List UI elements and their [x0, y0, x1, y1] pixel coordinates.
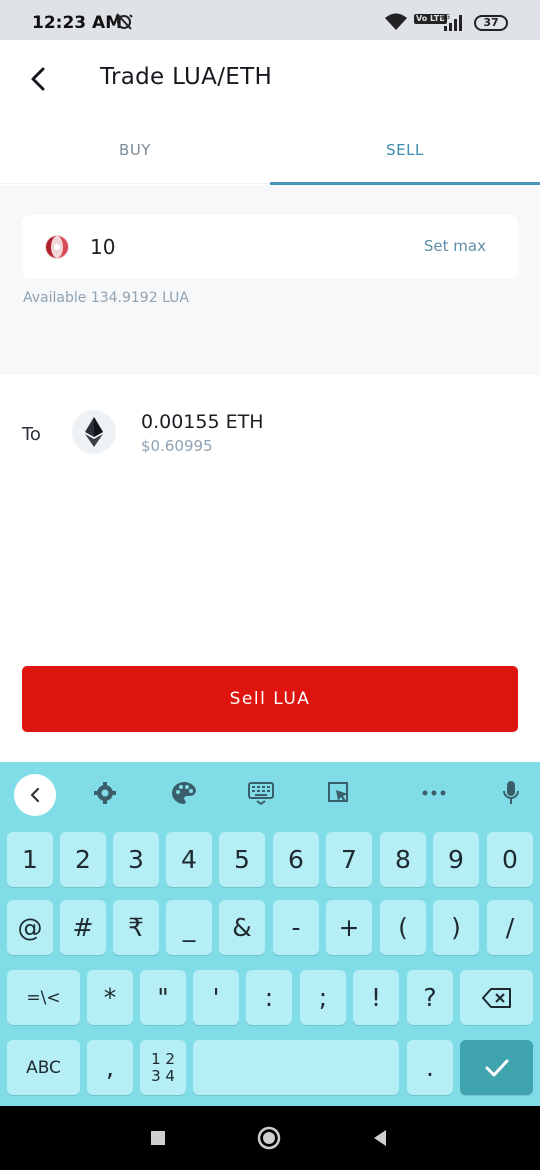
battery-indicator: 37	[474, 15, 508, 31]
key-single-quote[interactable]: '	[193, 970, 239, 1025]
key-plus[interactable]: +	[326, 900, 372, 955]
signal-icon: 4G	[440, 13, 462, 31]
tab-sell-label: SELL	[386, 141, 424, 159]
key-numpad[interactable]: 1 2 3 4	[140, 1040, 186, 1095]
page-title: Trade LUA/ETH	[100, 64, 273, 90]
key-period[interactable]: .	[407, 1040, 453, 1095]
amount-card: Set max	[22, 215, 518, 279]
on-screen-keyboard: 1 2 3 4 5 6 7 8 9 0 @ # ₹ _ & - + ( ) / …	[0, 762, 540, 1106]
key-close-paren[interactable]: )	[433, 900, 479, 955]
receive-usd-value: $0.60995	[141, 437, 213, 455]
key-comma[interactable]: ,	[87, 1040, 133, 1095]
status-bar: 12:23 AM Vo LTE 4G 37	[0, 0, 540, 40]
key-colon[interactable]: :	[246, 970, 292, 1025]
app-header: Trade LUA/ETH	[0, 40, 540, 118]
amount-input[interactable]	[90, 231, 390, 263]
key-hash[interactable]: #	[60, 900, 106, 955]
recents-square-icon[interactable]	[146, 1126, 170, 1150]
key-question[interactable]: ?	[407, 970, 453, 1025]
tab-buy[interactable]: BUY	[0, 118, 270, 184]
key-double-quote[interactable]: "	[140, 970, 186, 1025]
to-label: To	[22, 424, 41, 445]
checkmark-icon	[485, 1059, 508, 1076]
key-7[interactable]: 7	[326, 832, 372, 887]
keyboard-layout-icon[interactable]	[244, 776, 278, 810]
network-type: 4G	[440, 13, 450, 21]
numpad-label-bottom: 3 4	[151, 1066, 175, 1085]
back-triangle-icon[interactable]	[368, 1126, 392, 1150]
key-ampersand[interactable]: &	[219, 900, 265, 955]
theme-palette-icon[interactable]	[167, 776, 201, 810]
key-minus[interactable]: -	[273, 900, 319, 955]
key-2[interactable]: 2	[60, 832, 106, 887]
keyboard-toolbar	[0, 762, 540, 824]
status-time: 12:23 AM	[32, 13, 123, 33]
more-options-icon[interactable]	[417, 776, 451, 810]
key-6[interactable]: 6	[273, 832, 319, 887]
key-1[interactable]: 1	[7, 832, 53, 887]
key-rupee[interactable]: ₹	[113, 900, 159, 955]
key-3[interactable]: 3	[113, 832, 159, 887]
eth-token-icon	[72, 410, 116, 454]
clipboard-edit-icon[interactable]	[322, 776, 356, 810]
key-symbols-more[interactable]: =\<	[7, 970, 80, 1025]
settings-gear-icon[interactable]	[88, 776, 122, 810]
alarm-off-icon	[115, 13, 133, 30]
tab-sell[interactable]: SELL	[270, 118, 540, 185]
key-8[interactable]: 8	[380, 832, 426, 887]
key-exclamation[interactable]: !	[353, 970, 399, 1025]
keyboard-back-icon[interactable]	[14, 774, 56, 816]
available-balance: Available 134.9192 LUA	[23, 290, 189, 306]
home-circle-icon[interactable]	[257, 1126, 281, 1150]
key-asterisk[interactable]: *	[87, 970, 133, 1025]
enter-key[interactable]	[460, 1040, 533, 1095]
sell-input-section: Set max Available 134.9192 LUA	[0, 185, 540, 375]
numpad-label-top: 1 2	[151, 1049, 175, 1068]
key-open-paren[interactable]: (	[380, 900, 426, 955]
microphone-icon[interactable]	[494, 776, 528, 810]
system-nav-bar	[0, 1106, 540, 1170]
key-4[interactable]: 4	[166, 832, 212, 887]
key-underscore[interactable]: _	[166, 900, 212, 955]
lua-token-icon	[45, 235, 69, 259]
back-arrow-icon[interactable]	[26, 64, 50, 94]
trade-tabs: BUY SELL	[0, 118, 540, 185]
receive-amount: 0.00155 ETH	[141, 411, 264, 433]
key-5[interactable]: 5	[219, 832, 265, 887]
key-semicolon[interactable]: ;	[300, 970, 346, 1025]
key-at[interactable]: @	[7, 900, 53, 955]
backspace-key[interactable]	[460, 970, 533, 1025]
key-slash[interactable]: /	[487, 900, 533, 955]
key-0[interactable]: 0	[487, 832, 533, 887]
key-space[interactable]	[193, 1040, 399, 1095]
key-abc[interactable]: ABC	[7, 1040, 80, 1095]
backspace-icon	[481, 987, 511, 1008]
sell-lua-button[interactable]: Sell LUA	[22, 666, 518, 732]
key-9[interactable]: 9	[433, 832, 479, 887]
wifi-icon	[385, 13, 407, 30]
set-max-button[interactable]: Set max	[424, 237, 486, 255]
